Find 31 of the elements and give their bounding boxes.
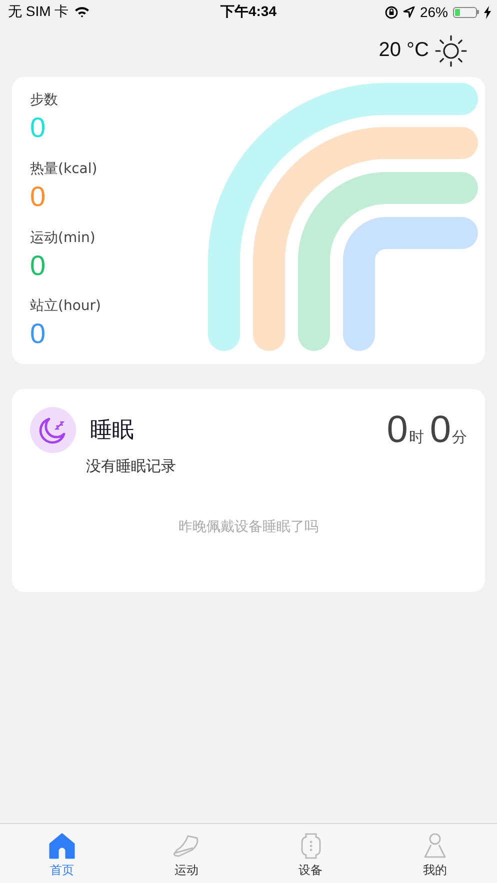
moon-icon	[30, 407, 76, 453]
metric-value: 0	[30, 111, 47, 145]
battery-percent: 26%	[420, 4, 448, 20]
minutes-value: 0	[430, 408, 451, 452]
hours-value: 0	[386, 408, 408, 452]
metric-label: 热量(kcal)	[30, 160, 98, 179]
tab[interactable]: 首页	[0, 824, 124, 883]
sleep-title: 睡眠	[90, 417, 135, 445]
sleep-prompt: 昨晚佩戴设备睡眠了吗	[178, 518, 320, 536]
battery-icon	[453, 6, 479, 18]
hours-unit: 时	[408, 428, 424, 446]
metric-label: 站立(hour)	[30, 297, 101, 316]
rotation-lock-icon	[384, 6, 398, 18]
location-icon	[402, 6, 415, 18]
metric-value: 0	[30, 180, 47, 214]
sleep-status: 没有睡眠记录	[86, 457, 177, 476]
sun-icon	[435, 34, 467, 66]
minutes-unit: 分	[452, 428, 467, 446]
tab[interactable]: 设备	[248, 824, 373, 883]
carrier-label: 无 SIM 卡	[8, 3, 69, 21]
metric-label: 运动(min)	[30, 228, 96, 248]
clock-time: 下午4:34	[220, 3, 277, 21]
tab[interactable]: 运动	[124, 824, 248, 883]
charging-icon	[484, 6, 491, 18]
home-icon	[48, 832, 76, 860]
metric-value: 0	[30, 248, 47, 282]
metric-label: 步数	[30, 91, 59, 110]
tab[interactable]: 我的	[372, 824, 497, 883]
metric-value: 0	[30, 317, 47, 352]
wifi-icon	[74, 6, 90, 18]
temperature-label: 20 °C	[378, 39, 429, 62]
